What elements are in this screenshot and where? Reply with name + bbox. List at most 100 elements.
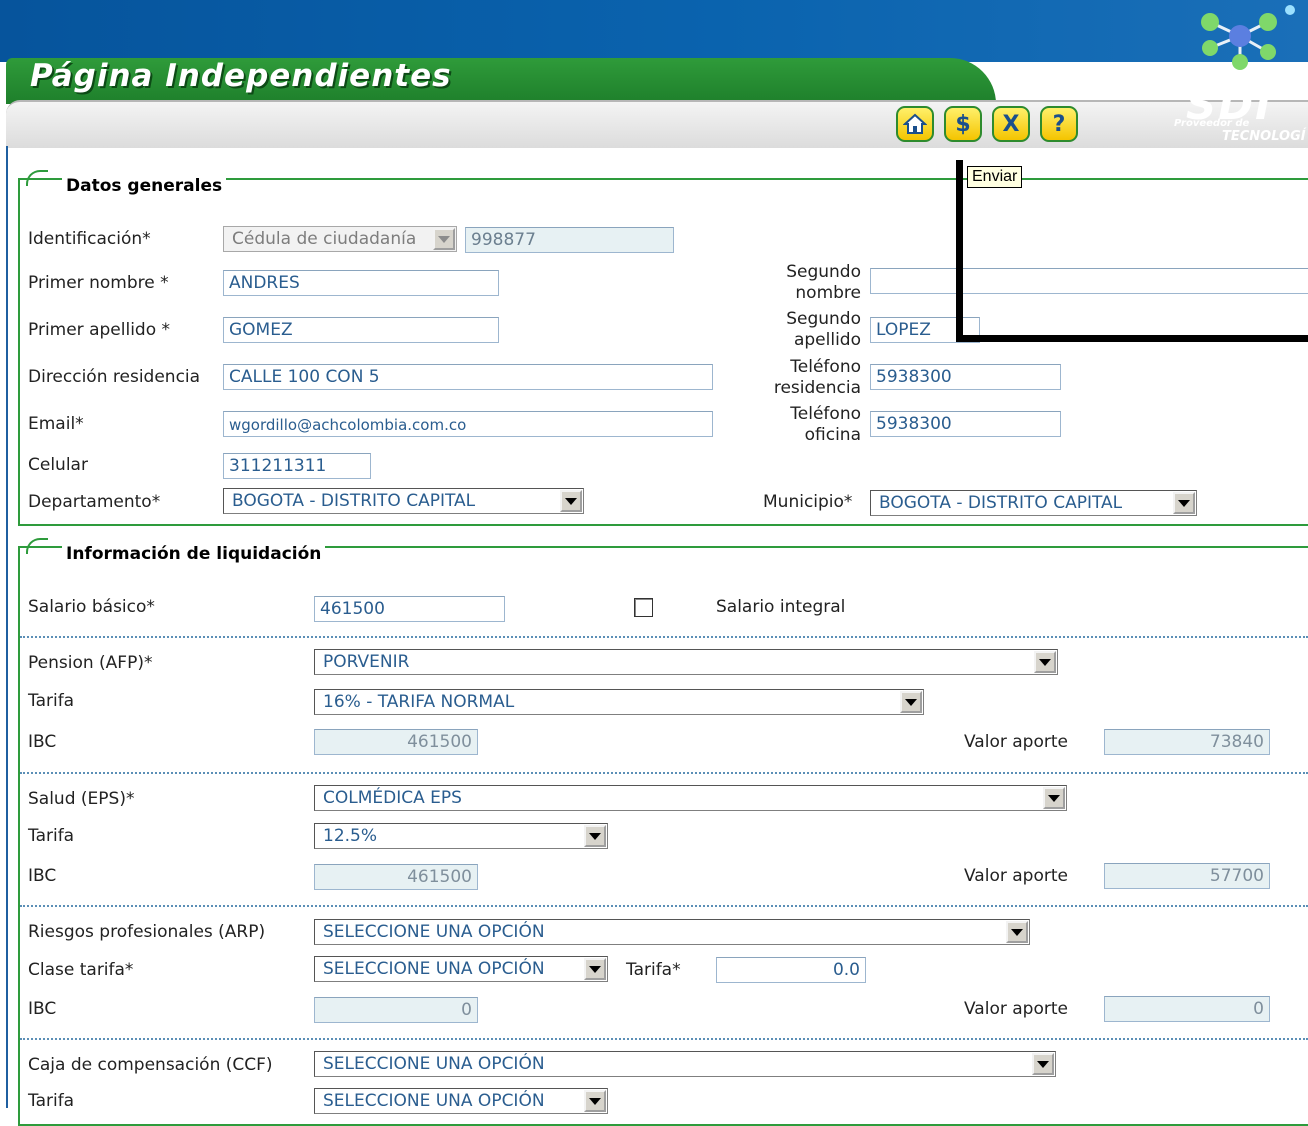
- pension-value: PORVENIR: [323, 652, 410, 672]
- direccion-label: Dirección residencia: [28, 367, 201, 387]
- close-button[interactable]: X: [992, 106, 1030, 142]
- riesgos-ibc-field: 0: [314, 997, 478, 1023]
- label-line: oficina: [804, 425, 861, 445]
- chevron-down-icon: [1006, 921, 1028, 943]
- left-rule: [6, 146, 8, 1108]
- close-icon: X: [1002, 111, 1020, 137]
- caja-tarifa-label: Tarifa: [28, 1091, 75, 1111]
- pension-select[interactable]: PORVENIR: [314, 649, 1058, 675]
- primer-nombre-field[interactable]: ANDRES: [223, 270, 499, 296]
- municipio-label: Municipio*: [763, 492, 853, 512]
- salud-ibc-field: 461500: [314, 864, 478, 890]
- clase-tarifa-label: Clase tarifa*: [28, 960, 134, 980]
- salud-aporte-label: Valor aporte: [964, 866, 1068, 886]
- toolbar-strip: [6, 100, 1308, 148]
- chevron-down-icon: [584, 958, 606, 980]
- celular-label: Celular: [28, 455, 88, 475]
- chevron-down-icon: [1032, 1053, 1054, 1075]
- riesgos-aporte-label: Valor aporte: [964, 999, 1068, 1019]
- divider: [20, 905, 1308, 907]
- page-title: Página Independientes: [30, 58, 452, 94]
- section-title: Datos generales: [62, 176, 227, 196]
- section-corner: [26, 538, 48, 554]
- pension-tarifa-select[interactable]: 16% - TARIFA NORMAL: [314, 689, 924, 715]
- salario-basico-field[interactable]: 461500: [314, 596, 505, 622]
- divider: [20, 1038, 1308, 1040]
- dollar-icon: $: [955, 111, 971, 137]
- municipio-value: BOGOTA - DISTRITO CAPITAL: [879, 493, 1123, 513]
- email-field[interactable]: wgordillo@achcolombia.com.co: [223, 411, 713, 437]
- label-line: Segundo: [786, 309, 861, 329]
- telefono-oficina-label: Teléfono oficina: [740, 404, 861, 446]
- label-line: Segundo: [786, 262, 861, 282]
- telefono-residencia-field[interactable]: 5938300: [870, 364, 1061, 390]
- logo-tagline-2: TECNOLOGÍ: [1222, 129, 1306, 144]
- pension-tarifa-value: 16% - TARIFA NORMAL: [323, 692, 515, 712]
- clase-tarifa-value: SELECCIONE UNA OPCIÓN: [323, 959, 545, 979]
- home-button[interactable]: [896, 106, 934, 142]
- caja-label: Caja de compensación (CCF): [28, 1055, 273, 1075]
- payment-button[interactable]: $: [944, 106, 982, 142]
- pension-aporte-field: 73840: [1104, 729, 1270, 755]
- riesgos-aporte-field: 0: [1104, 996, 1270, 1022]
- caja-tarifa-select[interactable]: SELECCIONE UNA OPCIÓN: [314, 1088, 608, 1114]
- municipio-select[interactable]: BOGOTA - DISTRITO CAPITAL: [870, 490, 1197, 516]
- departamento-select[interactable]: BOGOTA - DISTRITO CAPITAL: [223, 488, 584, 514]
- departamento-label: Departamento*: [28, 492, 161, 512]
- telefono-oficina-field[interactable]: 5938300: [870, 411, 1061, 437]
- departamento-value: BOGOTA - DISTRITO CAPITAL: [232, 491, 476, 511]
- label-line: Teléfono: [790, 404, 861, 424]
- numero-identificacion-field[interactable]: 998877: [465, 227, 674, 253]
- salud-aporte-field: 57700: [1104, 863, 1270, 889]
- segundo-nombre-label: Segundo nombre: [740, 262, 861, 304]
- riesgos-ibc-label: IBC: [28, 999, 57, 1019]
- primer-nombre-label: Primer nombre *: [28, 273, 169, 293]
- direccion-field[interactable]: CALLE 100 CON 5: [223, 364, 713, 390]
- chevron-down-icon: [584, 1090, 606, 1112]
- riesgos-select[interactable]: SELECCIONE UNA OPCIÓN: [314, 919, 1030, 945]
- riesgos-tarifa-field[interactable]: 0.0: [716, 957, 866, 983]
- salario-integral-checkbox[interactable]: [634, 598, 653, 617]
- celular-field[interactable]: 311211311: [223, 453, 371, 479]
- caja-tarifa-value: SELECCIONE UNA OPCIÓN: [323, 1091, 545, 1111]
- salud-label: Salud (EPS)*: [28, 789, 135, 809]
- divider: [20, 772, 1308, 774]
- telefono-residencia-label: Teléfono residencia: [740, 357, 861, 399]
- primer-apellido-field[interactable]: GOMEZ: [223, 317, 499, 343]
- salud-select[interactable]: COLMÉDICA EPS: [314, 785, 1067, 811]
- chevron-down-icon: [584, 825, 606, 847]
- label-line: residencia: [773, 378, 861, 398]
- chevron-down-icon: [1173, 492, 1195, 514]
- chevron-down-icon: [560, 490, 582, 512]
- salud-tarifa-value: 12.5%: [323, 826, 378, 846]
- email-label: Email*: [28, 414, 84, 434]
- divider: [20, 636, 1308, 638]
- pension-aporte-label: Valor aporte: [964, 732, 1068, 752]
- section-corner: [26, 170, 48, 186]
- chevron-down-icon: [433, 228, 455, 250]
- label-line: apellido: [793, 330, 861, 350]
- logo-tagline: Proveedor de: [1174, 118, 1250, 129]
- salud-tarifa-select[interactable]: 12.5%: [314, 823, 608, 849]
- header: Página Independientes $ X ? SDI Proveedo…: [0, 0, 1308, 150]
- home-icon: [903, 113, 927, 135]
- riesgos-label: Riesgos profesionales (ARP): [28, 922, 266, 942]
- salud-ibc-label: IBC: [28, 866, 57, 886]
- segundo-apellido-label: Segundo apellido: [740, 309, 861, 351]
- tipo-identificacion-value: Cédula de ciudadanía: [232, 229, 417, 249]
- identificacion-label: Identificación*: [28, 229, 151, 249]
- caja-value: SELECCIONE UNA OPCIÓN: [323, 1054, 545, 1074]
- help-button[interactable]: ?: [1040, 106, 1078, 142]
- chevron-down-icon: [1034, 651, 1056, 673]
- header-blue-band: [0, 0, 1308, 62]
- tipo-identificacion-select[interactable]: Cédula de ciudadanía: [223, 226, 457, 252]
- label-line: Teléfono: [790, 357, 861, 377]
- salario-integral-label: Salario integral: [716, 597, 846, 617]
- caja-select[interactable]: SELECCIONE UNA OPCIÓN: [314, 1051, 1056, 1077]
- section-title: Información de liquidación: [62, 544, 326, 564]
- clase-tarifa-select[interactable]: SELECCIONE UNA OPCIÓN: [314, 956, 608, 982]
- riesgos-value: SELECCIONE UNA OPCIÓN: [323, 922, 545, 942]
- pension-ibc-label: IBC: [28, 732, 57, 752]
- salario-basico-label: Salario básico*: [28, 597, 155, 617]
- primer-apellido-label: Primer apellido *: [28, 320, 171, 340]
